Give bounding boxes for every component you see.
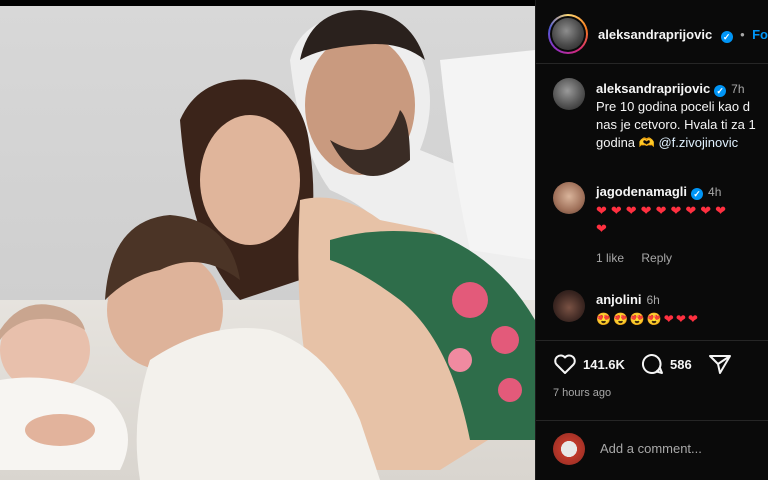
caption-line-2: nas je cetvoro. Hvala ti za 1 <box>596 117 756 132</box>
follow-button[interactable]: Fo <box>752 27 768 42</box>
caption-emoji: 🫶 <box>638 135 655 150</box>
commenter-username[interactable]: jagodenamagli <box>596 184 687 199</box>
share-send-icon[interactable] <box>708 353 732 375</box>
caption-line-3: godina <box>596 135 636 150</box>
post-photo[interactable] <box>0 0 535 480</box>
separator-dot: • <box>740 27 745 42</box>
comment-hearts-line-1: ❤❤❤❤❤❤❤❤❤ <box>596 203 731 218</box>
author-username[interactable]: aleksandraprijovic <box>598 27 712 42</box>
post-actions: 141.6K 586 7 hours ago <box>536 340 768 410</box>
comment-reply-button[interactable]: Reply <box>641 251 672 265</box>
caption-avatar[interactable] <box>553 78 585 110</box>
caption-mention-link[interactable]: @f.zivojinovic <box>658 135 738 150</box>
post-header: aleksandraprijovic ✓ • Fo <box>536 8 768 64</box>
comment-time: 4h <box>708 185 722 199</box>
commenter-avatar[interactable] <box>553 182 585 214</box>
like-count: 141.6K <box>583 356 625 372</box>
current-user-avatar <box>553 433 585 465</box>
post-time-ago: 7 hours ago <box>553 387 612 399</box>
comment-count: 586 <box>670 356 692 372</box>
verified-badge-icon: ✓ <box>714 85 727 97</box>
comment-bubble-icon[interactable] <box>640 353 664 375</box>
share-action[interactable] <box>708 353 732 375</box>
comment-action[interactable]: 586 <box>640 353 692 375</box>
add-comment-bar: Add a comment... <box>536 420 768 480</box>
comment-time: 6h <box>646 293 660 307</box>
verified-badge-icon: ✓ <box>720 31 733 43</box>
verified-badge-icon: ✓ <box>691 188 704 200</box>
commenter-username[interactable]: anjolini <box>596 292 642 307</box>
comment-like-count[interactable]: 1 like <box>596 251 624 265</box>
heart-icon[interactable] <box>553 353 577 375</box>
add-comment-input[interactable]: Add a comment... <box>600 441 702 456</box>
like-action[interactable]: 141.6K <box>553 353 625 375</box>
commenter-avatar[interactable] <box>553 290 585 322</box>
comment-emoji-line: 😍😍😍😍❤❤❤ <box>596 312 700 326</box>
author-avatar[interactable] <box>548 14 588 54</box>
caption-line-1: Pre 10 godina poceli kao d <box>596 99 750 114</box>
family-illustration <box>0 10 535 480</box>
caption-time: 7h <box>731 82 745 96</box>
comment-hearts-line-2: ❤ <box>596 221 611 236</box>
caption-username[interactable]: aleksandraprijovic <box>596 81 710 96</box>
post-side-panel: aleksandraprijovic ✓ • Fo aleksandraprij… <box>535 0 768 480</box>
